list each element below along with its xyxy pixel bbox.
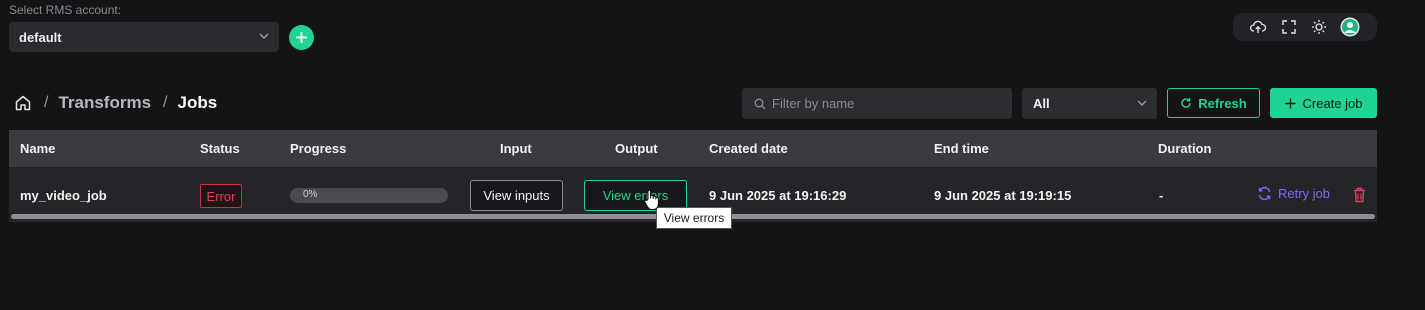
plus-icon [1285, 98, 1295, 108]
breadcrumb-separator: / [163, 94, 168, 111]
retry-job-label: Retry job [1278, 186, 1331, 201]
breadcrumb-jobs: Jobs [177, 93, 218, 112]
brightness-icon[interactable] [1311, 19, 1327, 35]
filter-by-name-input[interactable]: Filter by name [742, 88, 1012, 119]
filter-placeholder: Filter by name [772, 96, 855, 111]
breadcrumb: / Transforms / Jobs [14, 92, 217, 114]
user-avatar-icon[interactable] [1340, 17, 1360, 37]
status-filter-value: All [1033, 96, 1050, 111]
refresh-button[interactable]: Refresh [1167, 88, 1260, 118]
top-toolbar [1233, 13, 1377, 41]
breadcrumb-separator: / [44, 94, 49, 111]
account-select[interactable]: default [9, 22, 279, 52]
table-header: Name Status Progress Input Output Create… [9, 130, 1377, 167]
status-filter-select[interactable]: All [1022, 88, 1157, 119]
hand-cursor-icon [644, 189, 659, 211]
breadcrumb-transforms[interactable]: Transforms [58, 93, 151, 113]
column-header-duration: Duration [1158, 141, 1212, 156]
retry-icon [1258, 186, 1271, 201]
search-icon [754, 98, 766, 109]
status-badge: Error [200, 184, 242, 208]
progress-bar: 0% [290, 188, 448, 203]
fullscreen-icon[interactable] [1281, 19, 1297, 35]
chevron-down-icon [259, 33, 269, 39]
plus-icon [296, 32, 307, 43]
upload-cloud-icon[interactable] [1250, 19, 1266, 35]
column-header-status: Status [200, 141, 240, 156]
view-inputs-button[interactable]: View inputs [470, 180, 563, 211]
account-select-value: default [19, 29, 62, 45]
refresh-icon [1181, 98, 1191, 108]
column-header-end-time: End time [934, 141, 989, 156]
refresh-label: Refresh [1198, 95, 1247, 111]
create-job-button[interactable]: Create job [1270, 88, 1377, 118]
add-account-button[interactable] [289, 25, 314, 50]
column-header-progress: Progress [290, 141, 347, 156]
delete-icon[interactable] [1353, 187, 1366, 203]
retry-job-button[interactable]: Retry job [1257, 186, 1330, 201]
end-time: 9 Jun 2025 at 19:19:15 [934, 188, 1072, 203]
created-date: 9 Jun 2025 at 19:16:29 [709, 188, 847, 203]
progress-text: 0% [303, 189, 318, 200]
tooltip: View errors [656, 207, 732, 229]
create-job-label: Create job [1302, 95, 1363, 111]
home-icon[interactable] [14, 94, 32, 112]
duration: - [1159, 188, 1164, 203]
column-header-output: Output [615, 141, 658, 156]
column-header-name: Name [20, 141, 56, 156]
job-name: my_video_job [20, 188, 107, 203]
column-header-created-date: Created date [709, 141, 788, 156]
column-header-input: Input [500, 141, 532, 156]
account-select-label: Select RMS account: [9, 3, 122, 17]
chevron-down-icon [1137, 100, 1147, 106]
